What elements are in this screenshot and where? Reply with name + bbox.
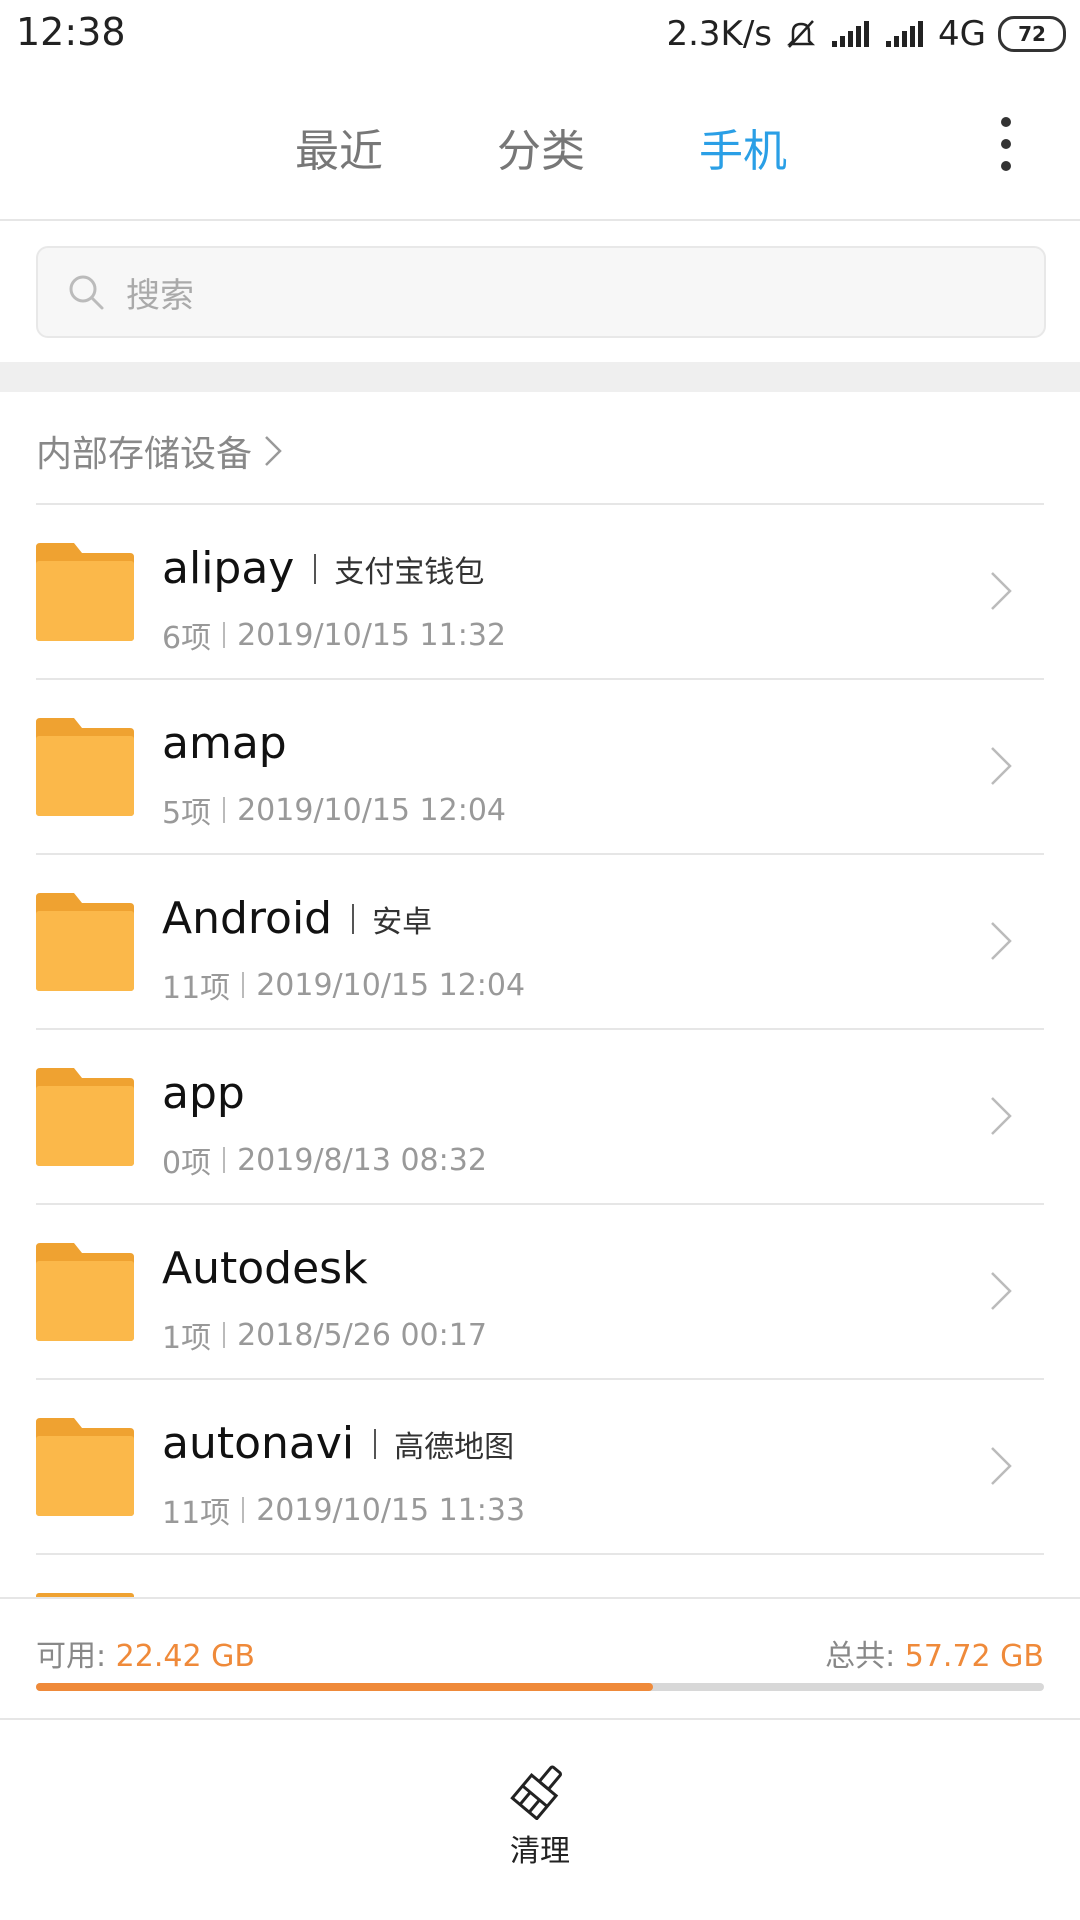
file-row[interactable]: app 0项 2019/8/13 08:32 [0,1030,1080,1205]
file-name: Autodesk [162,1243,368,1294]
file-row[interactable]: Android 安卓 11项 2019/10/15 12:04 [0,855,1080,1030]
folder-icon [36,1243,134,1341]
file-title: autonavi 高德地图 [162,1418,514,1469]
storage-progress-fill [36,1683,653,1691]
file-count: 6项 [162,621,212,656]
total-storage: 总共: 57.72 GB [825,1639,1044,1674]
file-row[interactable]: autonavi 高德地图 11项 2019/10/15 11:33 [0,1380,1080,1555]
file-meta: 1项 2018/5/26 00:17 [162,1313,487,1357]
battery-icon: 72 [998,16,1066,52]
network-type: 4G [938,14,986,54]
search-placeholder: 搜索 [126,276,194,316]
divider [0,219,1080,221]
title-separator [314,553,317,584]
file-row[interactable]: amap 5项 2019/10/15 12:04 [0,680,1080,855]
file-alias: 安卓 [372,904,433,940]
chevron-right-icon [991,747,1012,785]
file-alias: 高德地图 [394,1429,515,1465]
file-name: app [162,1068,245,1119]
folder-icon [36,1418,134,1516]
folder-icon [36,718,134,816]
status-icons: 2.3K/s 4G 72 [666,12,1066,56]
search-icon [69,275,104,310]
meta-separator [223,1147,226,1173]
file-name: alipay [162,543,295,594]
file-title: app [162,1068,245,1119]
file-date: 2019/10/15 12:04 [237,792,506,828]
folder-icon [36,1593,134,1597]
breadcrumb[interactable]: 内部存储设备 [36,425,286,477]
status-time: 12:38 [16,10,126,54]
file-row[interactable]: alipay 支付宝钱包 6项 2019/10/15 11:32 [0,505,1080,680]
meta-separator [223,1322,226,1348]
file-name: autonavi [162,1418,355,1469]
file-title: Android 安卓 [162,893,432,944]
file-title: alipay 支付宝钱包 [162,543,484,594]
folder-icon [36,543,134,641]
file-meta: 6项 2019/10/15 11:32 [162,613,506,657]
more-vertical-icon[interactable] [1000,117,1012,171]
breadcrumb-label: 内部存储设备 [36,434,253,475]
file-meta: 0项 2019/8/13 08:32 [162,1138,487,1182]
clean-label: 清理 [510,1834,570,1869]
file-count: 11项 [162,1496,231,1531]
file-row[interactable]: Autodesk 1项 2018/5/26 00:17 [0,1205,1080,1380]
file-alias: 支付宝钱包 [334,554,485,590]
file-title: Autodesk [162,1243,368,1294]
storage-summary: 可用: 22.42 GB 总共: 57.72 GB [0,1597,1080,1719]
file-count: 0项 [162,1146,212,1181]
row-divider [36,1553,1044,1555]
tab-phone[interactable]: 手机 [699,115,787,179]
signal-icon [886,21,924,47]
file-date: 2018/5/26 00:17 [237,1317,487,1353]
tab-recent[interactable]: 最近 [295,115,383,179]
search-input[interactable]: 搜索 [36,246,1046,338]
status-bar: 12:38 2.3K/s 4G 72 [0,0,1080,70]
broom-icon [510,1765,562,1820]
storage-progress-bar [36,1683,1044,1691]
net-speed: 2.3K/s [666,14,773,54]
chevron-right-icon [991,572,1012,610]
clean-button[interactable]: 清理 [490,1760,590,1880]
tab-category[interactable]: 分类 [497,115,585,179]
file-name: amap [162,718,287,769]
file-date: 2019/10/15 11:33 [256,1492,526,1528]
chevron-right-icon [991,922,1012,960]
file-meta: 5项 2019/10/15 12:04 [162,788,506,832]
battery-level: 72 [1018,22,1046,46]
meta-separator [242,972,245,998]
meta-separator [223,622,226,648]
chevron-right-icon [991,1272,1012,1310]
folder-icon [36,1068,134,1166]
title-separator [352,903,355,934]
meta-separator [223,797,226,823]
file-title: amap [162,718,287,769]
chevron-right-icon [991,1447,1012,1485]
bell-muted-icon [786,20,816,48]
available-storage: 可用: 22.42 GB [36,1639,255,1674]
file-meta: 11项 2019/10/15 12:04 [162,963,525,1007]
folder-icon [36,893,134,991]
signal-icon [832,21,870,47]
meta-separator [242,1497,245,1523]
title-separator [374,1428,377,1459]
file-name: Android [162,893,333,944]
file-date: 2019/10/15 12:04 [256,967,526,1003]
file-count: 1项 [162,1321,212,1356]
file-meta: 11项 2019/10/15 11:33 [162,1488,525,1532]
section-separator [0,362,1080,392]
divider [0,1718,1080,1720]
file-count: 11项 [162,971,231,1006]
file-date: 2019/8/13 08:32 [237,1142,487,1178]
file-date: 2019/10/15 11:32 [237,617,506,653]
chevron-right-icon [991,1097,1012,1135]
chevron-right-icon [265,436,282,466]
top-tabs: 最近 分类 手机 [0,95,1080,195]
file-count: 5项 [162,796,212,831]
